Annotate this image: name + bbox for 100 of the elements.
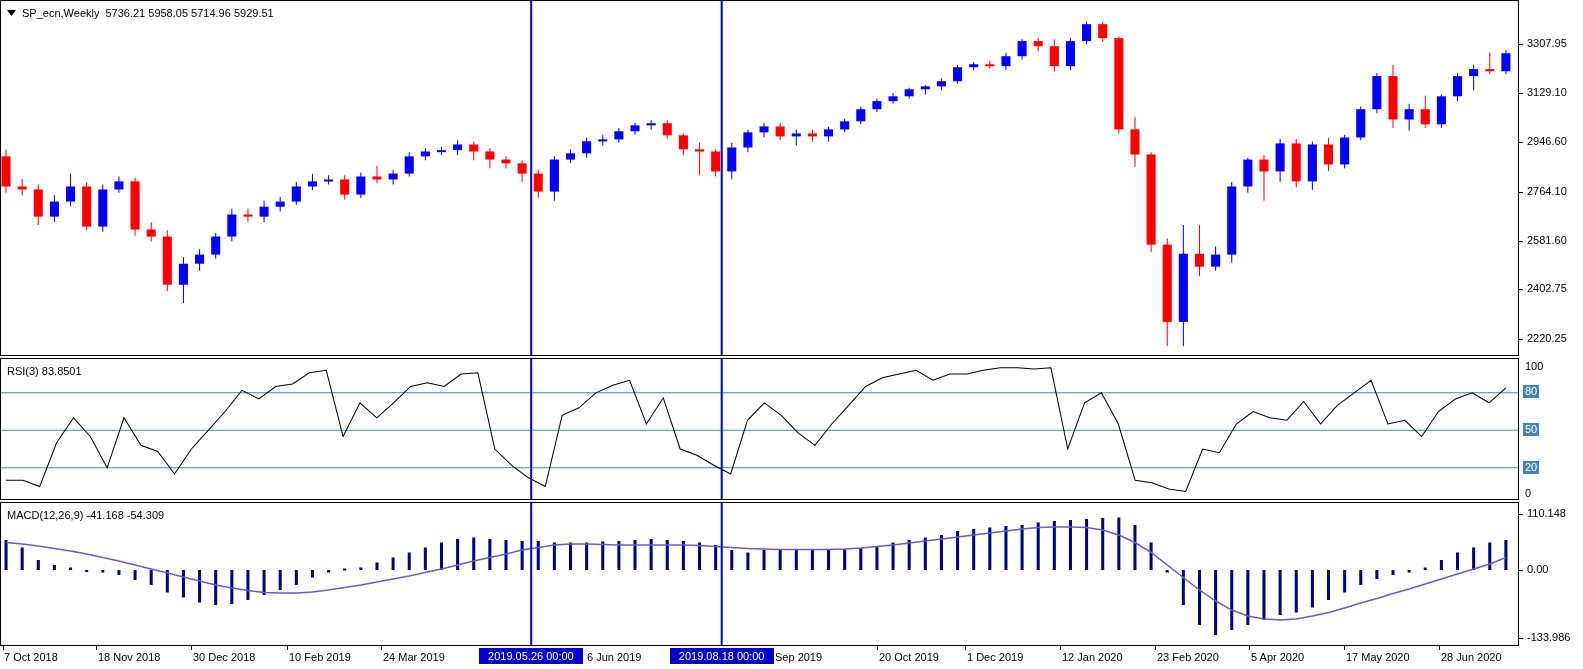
candlestick [178,256,188,304]
macd-bar [101,570,105,573]
candlestick [340,174,350,200]
price-label: 3307.95 [1527,38,1567,50]
candlestick [291,181,301,206]
macd-axis-label: 110.148 [1527,508,1566,520]
macd-bar [359,567,363,570]
macd-bar [1036,522,1040,570]
candlestick [678,132,688,156]
macd-bar [375,562,379,570]
macd-bar [794,549,798,570]
macd-bar [1423,567,1427,570]
macd-bar [1117,517,1121,570]
macd-bar [1165,570,1169,573]
macd-bar [456,539,460,570]
macd-bar [181,570,185,598]
date-label: 28 Jun 2020 [1441,650,1502,664]
macd-bar [1181,570,1185,605]
rsi-axis-label: 0 [1524,486,1533,500]
level-tag: 20 [1523,461,1540,475]
date-label: 1 Dec 2019 [967,650,1024,664]
macd-bar [117,570,121,575]
macd-bar [1310,570,1314,608]
macd-bar [423,547,427,570]
macd-bar [1004,526,1008,570]
macd-bar [907,540,911,570]
macd-bar [810,549,814,570]
candlestick [759,122,769,138]
macd-bar [4,540,8,570]
macd-bar [585,542,589,570]
date-label: 10 Feb 2019 [289,650,351,664]
candlestick [1259,154,1269,202]
macd-bar [1407,570,1411,573]
macd-bar [552,542,556,570]
price-quote: 5736.21 5958.05 5714.96 5929.51 [105,6,274,21]
macd-bar [1230,570,1234,630]
macd-bar [133,570,137,580]
macd-bar [1052,521,1056,570]
candlestick [1452,72,1463,102]
macd-bar [1472,547,1476,570]
macd-bar [681,541,685,570]
candlestick [1098,21,1108,43]
macd-bar [294,570,298,585]
macd-bar [69,567,73,570]
macd-bar [36,560,40,570]
macd-bar [1278,570,1282,615]
macd-axis-label: 0.00 [1527,563,1549,575]
macd-bar [520,541,524,570]
macd-bar [1343,570,1347,593]
date-label: 18 Nov 2018 [98,650,161,664]
candlestick [1049,38,1059,73]
macd-bar [439,542,443,570]
macd-bar [536,541,540,570]
macd-bar [569,542,572,570]
macd-bar [310,570,314,578]
dropdown-arrow-icon[interactable] [7,10,16,17]
date-label: Sep 2019 [775,650,823,664]
price-label: 2946.60 [1527,136,1567,148]
macd-bar [165,570,169,593]
macd-bar [1504,540,1508,570]
candlestick [953,64,963,85]
candlestick [1017,38,1027,60]
candlestick [1485,52,1495,75]
macd-bar [762,550,766,570]
macd-bar [1327,570,1330,600]
macd-bar [327,570,331,573]
macd-bar [52,565,56,570]
macd-bar [1375,570,1379,579]
symbol-label: SP_ecn,Weekly [22,6,100,21]
macd-axis-label: -133.986 [1527,631,1571,643]
price-label: 2764.10 [1527,185,1567,197]
candlestick [1469,64,1479,91]
candlestick [630,122,640,136]
macd-bar [343,568,347,571]
candlestick [533,169,543,199]
macd-bar [262,570,266,595]
macd-bar [1101,518,1105,570]
candlestick [243,208,253,223]
candlestick [211,232,221,260]
candlestick [614,127,624,144]
candlestick [646,119,656,130]
date-label: 12 Jan 2020 [1062,650,1123,664]
candlestick [1501,49,1511,75]
macd-bar [407,552,411,570]
macd-bar [730,550,734,570]
macd-bar [1439,560,1443,570]
candlestick [1420,95,1430,129]
date-label: 30 Dec 2018 [193,650,256,664]
candlestick [49,194,59,223]
macd-bar [391,557,395,570]
macd-bar [214,570,218,605]
macd-bar [714,545,718,570]
date-label: 23 Feb 2020 [1157,650,1219,664]
candlestick [711,149,721,178]
candlestick [227,208,237,242]
macd-bar [746,552,750,570]
macd-bar [1488,542,1492,570]
price-label: 2402.75 [1527,283,1567,295]
candlestick [66,173,76,207]
candlestick [195,248,205,272]
